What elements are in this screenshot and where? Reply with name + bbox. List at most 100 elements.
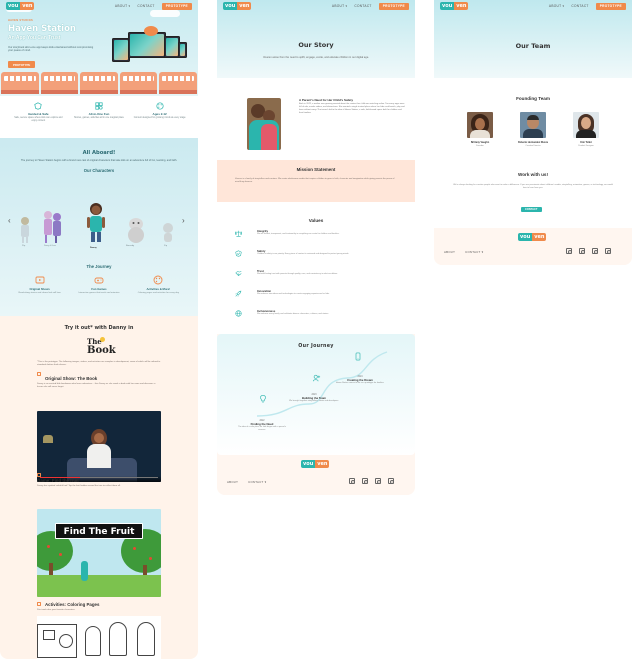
- gamepad-icon: [94, 277, 104, 284]
- character-figure[interactable]: [40, 210, 64, 244]
- train-illustration: [0, 72, 198, 94]
- hero-prototype-button[interactable]: PROTOTYPE: [8, 61, 36, 68]
- character-figure[interactable]: [160, 222, 176, 244]
- story-section: A Parent's Need for Her Child's Safety B…: [217, 78, 415, 160]
- team-member: Roberto Hernandez Rivera Creative Direct…: [514, 112, 552, 147]
- footer-about-link[interactable]: ABOUT: [227, 480, 238, 484]
- brand-logo[interactable]: vou ven: [6, 2, 35, 10]
- hero-subtitle: An App You Can Trust: [8, 35, 61, 41]
- nav-about[interactable]: ABOUT ▾: [332, 4, 348, 8]
- top-nav: vou ven ABOUT ▾ CONTACT PROTOTYPE: [0, 0, 198, 12]
- palette-icon: [156, 102, 164, 110]
- nav-about[interactable]: ABOUT ▾: [549, 4, 565, 8]
- values-section: Values Integrity We are honest, transpar…: [217, 202, 415, 334]
- rocket-icon: [235, 290, 242, 297]
- characters-carousel: Pip Daisy & Leo Danny Barnaby Zip: [14, 190, 184, 252]
- team-member: Kim Tollet Product Designer: [567, 112, 605, 147]
- lightbulb-icon: [260, 394, 266, 403]
- value-item: Innovation We embrace new ideas and tech…: [235, 289, 397, 307]
- robot-character: [144, 26, 158, 36]
- mail-icon[interactable]: [579, 248, 586, 255]
- journey-item: Fun Games Interactive games that teach a…: [73, 272, 125, 295]
- instagram-icon[interactable]: [349, 478, 356, 485]
- social-links: [566, 248, 612, 255]
- tryout-disclaimer: *This is the prototype. The following im…: [37, 361, 161, 366]
- tv-icon: [37, 372, 41, 376]
- tryout-title: Try it out* with Danny in: [64, 325, 134, 331]
- laptop-mockup: [128, 32, 166, 58]
- member-photo: [467, 112, 493, 138]
- hero-kicker: HAVEN STUDIOS: [8, 19, 34, 22]
- tryout-section: Try it out* with Danny in The Book *This…: [0, 316, 198, 659]
- x-icon[interactable]: [605, 248, 612, 255]
- footer: vou ven ABOUT CONTACT ▾: [217, 455, 415, 495]
- character-name: Zip: [164, 245, 168, 247]
- story-intro: Voucen arose from the need to uplift, en…: [263, 56, 369, 59]
- tiktok-icon[interactable]: [375, 478, 382, 485]
- game-description: Danny has spotted colorful fruit! Tap th…: [37, 485, 121, 487]
- journey-step: 2023 Building the Team We brought togeth…: [289, 394, 339, 402]
- story-page: Our Story Voucen arose from the need to …: [217, 0, 415, 495]
- journey-step: 2024 Creating the Dream Haven Station co…: [335, 376, 385, 384]
- work-title: Work with us!: [517, 172, 549, 177]
- mission-title: Mission Statement: [296, 167, 336, 172]
- our-journey-section: Our Journey 2022 Finding the Need The id…: [217, 334, 415, 455]
- journey-item: Original Shows Read-along stories and sh…: [14, 272, 66, 295]
- footer-contact-link[interactable]: CONTACT ▾: [248, 480, 266, 484]
- phone-mockup: [178, 42, 187, 58]
- instagram-icon[interactable]: [566, 248, 573, 255]
- team-page: Our Team vou ven ABOUT ▾ CONTACT PROTOTYP…: [434, 0, 632, 265]
- nav-prototype-button[interactable]: PROTOTYPE: [378, 2, 409, 10]
- tiktok-icon[interactable]: [592, 248, 599, 255]
- the-book-logo: The Book: [87, 337, 116, 356]
- game-title: Game: Find the fruit: [37, 478, 79, 483]
- nav-prototype-button[interactable]: PROTOTYPE: [161, 2, 192, 10]
- top-nav: vou ven ABOUT ▾ CONTACT PROTOTYPE: [217, 0, 415, 12]
- footer-about-link[interactable]: ABOUT: [444, 250, 455, 254]
- story-section-text: Back in 2022, a mother was growing worri…: [299, 103, 405, 114]
- coloring-title: Activities: Coloring Pages: [45, 602, 100, 607]
- carousel-prev-icon[interactable]: ‹: [8, 216, 11, 225]
- nav-about[interactable]: ABOUT ▾: [115, 4, 131, 8]
- team-title: Our Team: [515, 42, 551, 50]
- journey-feature-list: Original Shows Read-along stories and sh…: [0, 272, 198, 295]
- character-figure[interactable]: [126, 216, 146, 244]
- video-player[interactable]: [37, 411, 161, 482]
- footer: vou ven ABOUT CONTACT ▾: [434, 228, 632, 265]
- character-name: Danny: [90, 247, 97, 249]
- show-title: Original Show: The Book: [45, 376, 98, 381]
- aboard-title: All Aboard!: [82, 150, 116, 156]
- coloring-description: Print and color your favorite characters…: [37, 609, 76, 611]
- hero-title: Haven Station: [8, 24, 76, 34]
- contact-button[interactable]: CONTACT: [521, 207, 542, 212]
- member-photo: [520, 112, 546, 138]
- brand-logo[interactable]: vou ven: [223, 2, 252, 10]
- value-item: Trust We build lasting trust with parent…: [235, 269, 397, 287]
- game-preview[interactable]: Find The Fruit: [37, 509, 161, 597]
- nav-prototype-button[interactable]: PROTOTYPE: [595, 2, 626, 10]
- nav-contact[interactable]: CONTACT: [571, 4, 588, 8]
- coloring-pages-preview[interactable]: [37, 616, 161, 659]
- nav-contact[interactable]: CONTACT: [354, 4, 371, 8]
- palette-icon: [153, 275, 163, 285]
- game-banner: Find The Fruit: [55, 523, 143, 539]
- gamepad-icon: [37, 473, 41, 477]
- brand-logo[interactable]: vou ven: [440, 2, 469, 10]
- social-links: [349, 478, 395, 485]
- journey-step: 2022 Finding the Need The idea of a safe…: [238, 420, 286, 431]
- character-figure[interactable]: [86, 202, 106, 244]
- footer-logo[interactable]: vou ven: [518, 233, 547, 241]
- palette-icon: [37, 602, 41, 606]
- handshake-icon: [235, 271, 242, 276]
- footer-contact-link[interactable]: CONTACT ▾: [465, 250, 483, 254]
- nav-contact[interactable]: CONTACT: [137, 4, 154, 8]
- footer-logo[interactable]: vou ven: [301, 460, 330, 468]
- aboard-intro: The journey to Haven Station begins with…: [20, 159, 178, 162]
- x-icon[interactable]: [388, 478, 395, 485]
- mail-icon[interactable]: [362, 478, 369, 485]
- character-figure[interactable]: [18, 216, 32, 244]
- scales-icon: [235, 230, 242, 237]
- work-text: We're always looking for creative people…: [453, 184, 613, 189]
- story-section-title: A Parent's Need for Her Child's Safety: [299, 98, 353, 102]
- character-name: Barnaby: [126, 245, 135, 247]
